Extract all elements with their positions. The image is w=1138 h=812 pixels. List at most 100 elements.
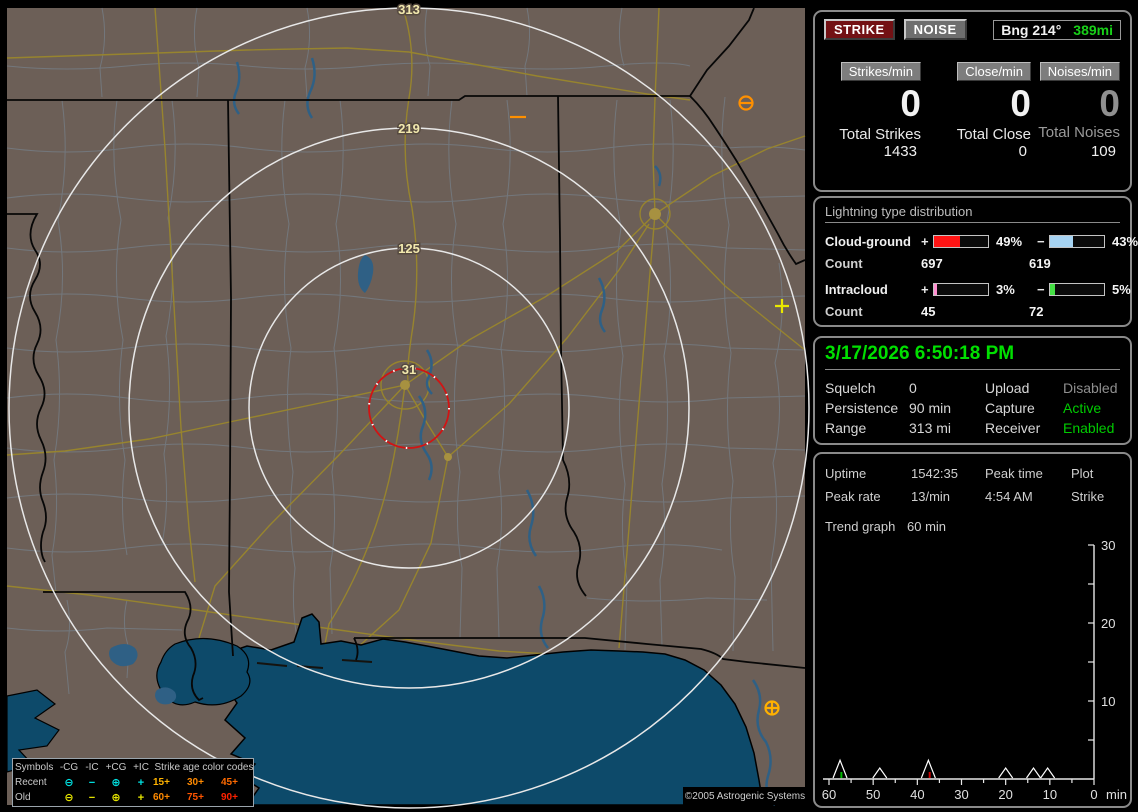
peak-time-label: Peak time: [985, 466, 1043, 481]
age-90: 90+: [221, 792, 238, 803]
ring-label-125: 125: [398, 241, 420, 256]
age-30: 30+: [187, 777, 204, 788]
svg-text:10: 10: [1101, 694, 1115, 709]
intracloud-label: Intracloud: [825, 281, 888, 297]
trend-window-value: 60 min: [907, 519, 947, 534]
cg-negative-pct: 43%: [1112, 233, 1138, 249]
svg-text:0: 0: [1090, 787, 1097, 802]
map-canvas: 313 219 125 31: [6, 1, 810, 809]
age-75: 75+: [187, 792, 204, 803]
old-circle-minus-icon: ⊖: [64, 792, 74, 804]
capture-label: Capture: [985, 400, 1035, 416]
svg-text:30: 30: [1101, 540, 1115, 553]
total-strikes-label: Total Strikes: [839, 125, 921, 143]
cg-negative-bar: [1049, 234, 1105, 248]
svg-text:30: 30: [954, 787, 968, 802]
strike-circle-minus-icon: [738, 95, 754, 111]
recent-circle-plus-icon: ⊕: [111, 777, 121, 789]
recent-plus-icon: +: [137, 776, 145, 789]
plus-sign: +: [921, 281, 929, 297]
strike-map[interactable]: 313 219 125 31 Symbols -CG -IC +CG +IC S…: [6, 1, 810, 809]
trend-graph: 0 10 20 30 40 50 60 min 10 20 30: [822, 540, 1127, 802]
bearing-value: Bng 214°: [1001, 21, 1062, 38]
old-circle-plus-icon: ⊕: [111, 792, 121, 804]
noises-per-min-button[interactable]: Noises/min: [1039, 62, 1120, 81]
peak-rate-value: 13/min: [911, 489, 951, 504]
ring-label-313: 313: [398, 2, 420, 17]
strike-circle-plus-icon: [764, 700, 780, 716]
range-value: 313 mi: [909, 420, 952, 436]
lightning-tracker-window: { "top_panel": { "strike_button": "STRIK…: [0, 0, 1138, 812]
age-60: 60+: [153, 792, 170, 803]
total-noises-value: 109: [1090, 142, 1116, 160]
capture-status: Active: [1063, 400, 1102, 416]
ic-negative-bar: [1049, 282, 1105, 296]
noises-per-min-value: 0: [1099, 83, 1120, 124]
svg-text:20: 20: [998, 787, 1012, 802]
legend-row-old-label: Old: [15, 792, 31, 803]
plot-value: Strike: [1071, 489, 1105, 504]
gulf-of-mexico: [217, 613, 764, 806]
strikes-per-min-value: 0: [900, 83, 921, 124]
ic-negative-count: 72: [1029, 303, 1044, 319]
cg-positive-bar: [933, 234, 989, 248]
uptime-value: 1542:35: [911, 466, 958, 481]
legend-row-recent-label: Recent: [15, 777, 47, 788]
distribution-title: Lightning type distribution: [825, 204, 1120, 223]
datetime-display: 3/17/2026 6:50:18 PM: [825, 343, 1120, 370]
old-minus-icon: −: [88, 791, 96, 804]
ic-positive-pct: 3%: [996, 281, 1015, 297]
svg-text:60: 60: [822, 787, 836, 802]
age-45: 45+: [221, 777, 238, 788]
legend-col-ncg: -CG: [59, 762, 79, 773]
squelch-label: Squelch: [825, 380, 876, 396]
ic-positive-bar: [933, 282, 989, 296]
age-15: 15+: [153, 777, 170, 788]
inland-lakes: [109, 255, 374, 705]
legend-col-pic: +IC: [133, 762, 149, 773]
legend-col-nic: -IC: [85, 762, 99, 773]
bearing-distance: 389mi: [1073, 21, 1113, 38]
upload-status: Disabled: [1063, 380, 1118, 396]
cg-positive-pct: 49%: [996, 233, 1023, 249]
bearing-readout: Bng 214° 389mi: [993, 19, 1121, 40]
persistence-value: 90 min: [909, 400, 952, 416]
squelch-value: 0: [909, 380, 917, 396]
svg-text:10: 10: [1043, 787, 1057, 802]
svg-text:20: 20: [1101, 616, 1115, 631]
cg-count-label: Count: [825, 255, 863, 271]
ring-label-31: 31: [402, 362, 416, 377]
close-per-min-button[interactable]: Close/min: [957, 62, 1031, 81]
total-close-label: Total Close: [956, 125, 1031, 143]
legend-col-pcg: +CG: [105, 762, 127, 773]
peak-time-value: 4:54 AM: [985, 489, 1033, 504]
svg-text:50: 50: [866, 787, 880, 802]
strike-stats-panel: STRIKE NOISE Bng 214° 389mi Strikes/min …: [813, 10, 1132, 192]
ic-count-label: Count: [825, 303, 863, 319]
recent-circle-minus-icon: ⊖: [64, 777, 74, 789]
svg-text:40: 40: [910, 787, 924, 802]
strike-plus-icon: [775, 299, 789, 313]
strikes-per-min-button[interactable]: Strikes/min: [840, 62, 921, 81]
receiver-label: Receiver: [985, 420, 1041, 436]
uptime-label: Uptime: [825, 466, 867, 481]
symbol-legend: Symbols -CG -IC +CG +IC Strike age color…: [12, 758, 254, 807]
range-label: Range: [825, 420, 867, 436]
peak-rate-label: Peak rate: [825, 489, 881, 504]
cg-negative-count: 619: [1029, 255, 1051, 271]
trend-panel: Uptime 1542:35 Peak time Plot Peak rate …: [813, 452, 1132, 808]
recent-minus-icon: −: [88, 776, 96, 789]
status-panel: 3/17/2026 6:50:18 PM Squelch 0 Upload Di…: [813, 336, 1132, 445]
ring-label-219: 219: [398, 121, 420, 136]
plus-sign: +: [921, 233, 929, 249]
cg-positive-count: 697: [921, 255, 943, 271]
total-noises-label: Total Noises: [1038, 123, 1120, 141]
strike-toggle-button[interactable]: STRIKE: [824, 19, 895, 40]
noise-toggle-button[interactable]: NOISE: [903, 19, 967, 40]
total-strikes-value: 1433: [883, 142, 917, 160]
lightning-distribution-panel: Lightning type distribution Cloud-ground…: [813, 196, 1138, 327]
copyright-text: ©2005 Astrogenic Systems: [683, 787, 807, 805]
highways: [6, 7, 806, 659]
svg-text:min: min: [1106, 787, 1127, 802]
old-plus-icon: +: [137, 791, 145, 804]
